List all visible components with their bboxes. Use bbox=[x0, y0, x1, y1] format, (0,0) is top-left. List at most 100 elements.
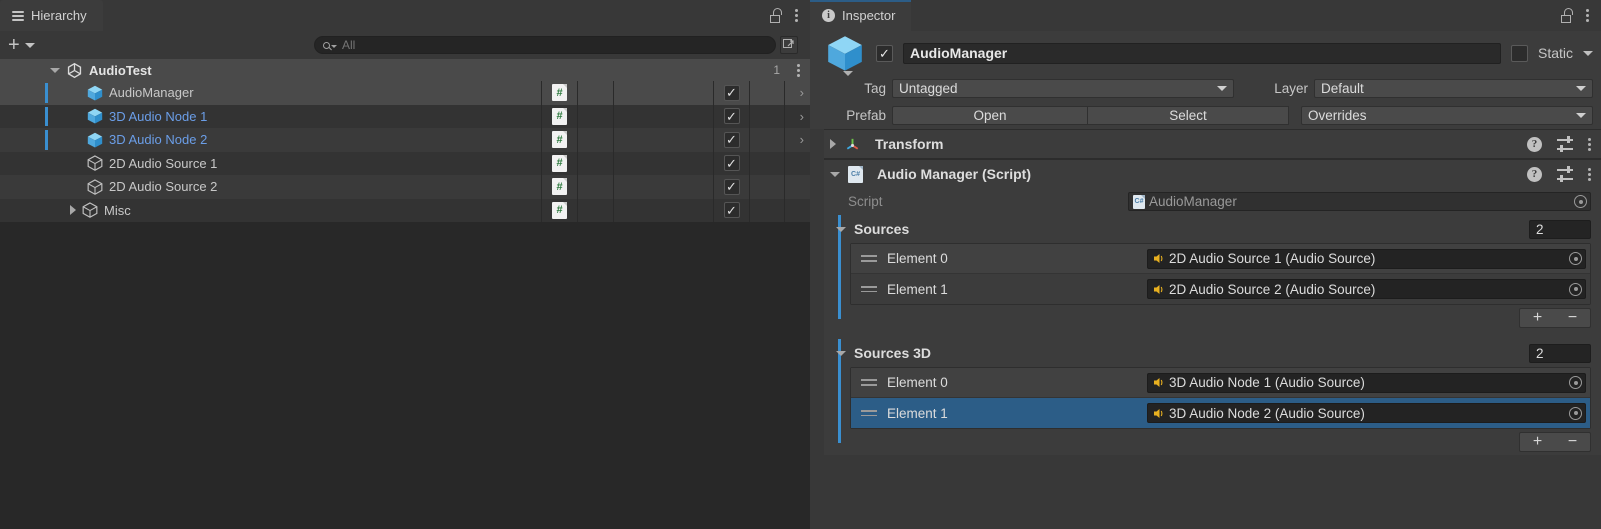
hierarchy-item-3d-audio-node-1[interactable]: 3D Audio Node 1 ✓ › bbox=[0, 104, 810, 128]
array-sources-3d: Sources 3D 2 Element 0 3D Audio Node 1 (… bbox=[824, 339, 1601, 455]
component-transform-title: Transform bbox=[875, 136, 944, 152]
search-box[interactable] bbox=[314, 36, 776, 54]
active-checkbox[interactable]: ✓ bbox=[713, 104, 749, 128]
array-add-button[interactable]: + bbox=[1520, 309, 1555, 327]
kebab-menu-icon[interactable] bbox=[795, 9, 798, 22]
misc-expand-icon[interactable] bbox=[70, 205, 76, 216]
column-end bbox=[749, 198, 785, 222]
active-checkbox[interactable]: ✓ bbox=[713, 128, 749, 152]
array-sources-3d-element-1[interactable]: Element 1 3D Audio Node 2 (Audio Source) bbox=[851, 398, 1590, 428]
element-label: Element 1 bbox=[887, 281, 948, 297]
tab-inspector[interactable]: i Inspector bbox=[810, 0, 912, 31]
element-object-field[interactable]: 3D Audio Node 1 (Audio Source) bbox=[1147, 372, 1586, 393]
gameobject-name-field[interactable]: AudioManager bbox=[903, 42, 1501, 64]
column-blank bbox=[577, 104, 613, 128]
chevron-right-icon[interactable]: › bbox=[800, 132, 804, 147]
chevron-down-icon[interactable] bbox=[830, 171, 840, 177]
icon-dropdown-arrow[interactable] bbox=[843, 71, 853, 76]
element-object-field[interactable]: 2D Audio Source 2 (Audio Source) bbox=[1147, 279, 1586, 299]
object-picker-icon[interactable] bbox=[1574, 195, 1587, 208]
object-picker-icon[interactable] bbox=[1569, 406, 1582, 420]
element-object-field[interactable]: 3D Audio Node 2 (Audio Source) bbox=[1147, 403, 1586, 423]
unity-scene-icon bbox=[66, 62, 83, 79]
transform-axis-icon bbox=[844, 136, 861, 153]
hierarchy-item-2d-audio-source-2[interactable]: 2D Audio Source 2 ✓ bbox=[0, 175, 810, 199]
column-wide bbox=[613, 175, 713, 199]
kebab-menu-icon[interactable] bbox=[1588, 137, 1591, 151]
array-remove-button[interactable]: − bbox=[1555, 433, 1590, 451]
drag-handle-icon[interactable] bbox=[861, 255, 877, 262]
hierarchy-panel: Hierarchy + All AudioTest 1 AudioManager… bbox=[0, 0, 810, 529]
hierarchy-item-2d-audio-source-1[interactable]: 2D Audio Source 1 ✓ bbox=[0, 151, 810, 175]
scene-kebab-menu-icon[interactable] bbox=[797, 63, 800, 77]
chevron-right-icon[interactable]: › bbox=[800, 109, 804, 124]
chevron-right-icon[interactable]: › bbox=[800, 85, 804, 100]
lock-open-icon[interactable] bbox=[770, 8, 783, 23]
preset-settings-icon[interactable] bbox=[1557, 166, 1573, 182]
array-sources-footer: + − bbox=[824, 305, 1601, 331]
chevron-right-icon[interactable] bbox=[830, 139, 836, 149]
chevron-down-icon[interactable] bbox=[836, 226, 846, 232]
csharp-script-icon bbox=[848, 165, 863, 183]
tag-dropdown[interactable]: Untagged bbox=[892, 79, 1234, 98]
active-checkbox[interactable]: ✓ bbox=[713, 151, 749, 175]
audio-source-icon bbox=[1152, 407, 1165, 420]
help-icon[interactable]: ? bbox=[1527, 136, 1542, 152]
chevron-down-icon bbox=[24, 42, 35, 48]
array-sources-3d-header[interactable]: Sources 3D 2 bbox=[824, 339, 1601, 367]
object-picker-icon[interactable] bbox=[1569, 252, 1582, 265]
help-icon[interactable]: ? bbox=[1527, 166, 1542, 182]
prefab-open-button[interactable]: Open bbox=[892, 106, 1088, 125]
static-checkbox[interactable] bbox=[1510, 44, 1528, 62]
drag-handle-icon[interactable] bbox=[861, 285, 877, 293]
active-checkbox[interactable]: ✓ bbox=[713, 175, 749, 199]
kebab-menu-icon[interactable] bbox=[1586, 9, 1589, 22]
scene-expand-icon[interactable] bbox=[50, 67, 60, 73]
kebab-menu-icon[interactable] bbox=[1588, 167, 1591, 181]
component-audio-manager: Audio Manager (Script) ? Script AudioMan… bbox=[824, 159, 1601, 455]
audio-source-icon bbox=[1152, 283, 1165, 296]
tab-inspector-label: Inspector bbox=[842, 8, 896, 23]
object-picker-icon[interactable] bbox=[1569, 282, 1582, 296]
csharp-script-icon bbox=[541, 175, 577, 199]
gameobject-active-checkbox[interactable]: ✓ bbox=[876, 44, 893, 62]
element-object-field[interactable]: 2D Audio Source 1 (Audio Source) bbox=[1147, 248, 1586, 269]
tab-hierarchy[interactable]: Hierarchy bbox=[0, 0, 103, 31]
lock-open-icon[interactable] bbox=[1561, 8, 1574, 23]
object-picker-icon[interactable] bbox=[1569, 376, 1582, 389]
array-add-button[interactable]: + bbox=[1520, 433, 1555, 451]
preset-settings-icon[interactable] bbox=[1557, 136, 1573, 152]
static-dropdown-icon[interactable] bbox=[1583, 50, 1593, 56]
column-wide bbox=[613, 104, 713, 128]
array-sources-element-1[interactable]: Element 1 2D Audio Source 2 (Audio Sourc… bbox=[851, 274, 1590, 304]
array-sources-count[interactable]: 2 bbox=[1529, 219, 1591, 239]
array-sources-3d-count[interactable]: 2 bbox=[1529, 343, 1591, 363]
hierarchy-item-3d-audio-node-2[interactable]: 3D Audio Node 2 ✓ › bbox=[0, 128, 810, 152]
prefab-overrides-dropdown[interactable]: Overrides bbox=[1301, 106, 1593, 125]
column-blank bbox=[577, 151, 613, 175]
array-remove-button[interactable]: − bbox=[1555, 309, 1590, 327]
layer-dropdown[interactable]: Default bbox=[1314, 79, 1593, 98]
component-transform-header[interactable]: Transform ? bbox=[824, 130, 1601, 158]
search-expand-icon[interactable] bbox=[780, 36, 798, 54]
search-input[interactable] bbox=[342, 38, 767, 52]
hierarchy-item-label: 2D Audio Source 1 bbox=[109, 155, 218, 171]
array-sources-header[interactable]: Sources 2 bbox=[824, 215, 1601, 243]
hierarchy-item-audiomanager[interactable]: AudioManager ✓ › bbox=[0, 81, 810, 105]
array-sources-element-0[interactable]: Element 0 2D Audio Source 1 (Audio Sourc… bbox=[851, 244, 1590, 274]
hierarchy-item-misc[interactable]: Misc ✓ bbox=[0, 198, 810, 222]
drag-handle-icon[interactable] bbox=[861, 379, 877, 386]
chevron-down-icon[interactable] bbox=[836, 350, 846, 356]
drag-handle-icon[interactable] bbox=[861, 409, 877, 417]
hierarchy-scene-row[interactable]: AudioTest 1 bbox=[0, 59, 810, 81]
component-audio-manager-header[interactable]: Audio Manager (Script) ? bbox=[824, 160, 1601, 188]
active-checkbox[interactable]: ✓ bbox=[713, 81, 749, 105]
array-sources-3d-add-remove: + − bbox=[1519, 432, 1591, 452]
prefab-select-button[interactable]: Select bbox=[1088, 106, 1289, 125]
array-sources-3d-element-0[interactable]: Element 0 3D Audio Node 1 (Audio Source) bbox=[851, 368, 1590, 398]
csharp-script-icon bbox=[1133, 194, 1145, 209]
active-checkbox[interactable]: ✓ bbox=[713, 198, 749, 222]
add-gameobject-button[interactable]: + bbox=[8, 35, 35, 55]
element-label: Element 1 bbox=[887, 405, 948, 421]
search-icon bbox=[323, 41, 337, 49]
